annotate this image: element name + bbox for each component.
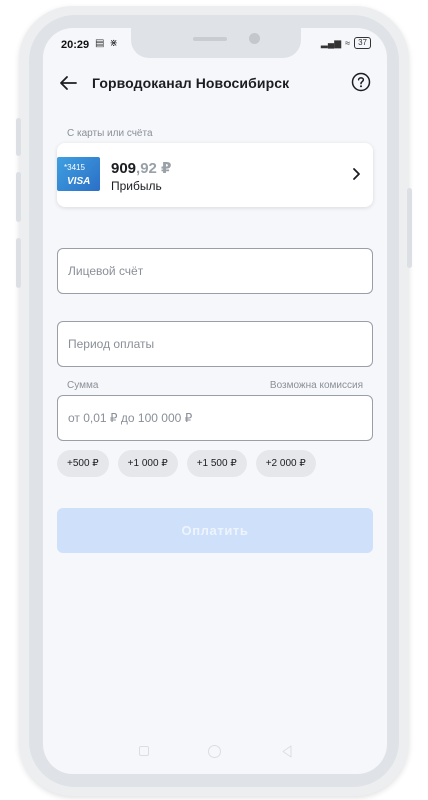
balance-fraction: ,92 ₽ (136, 160, 172, 177)
quick-amount-chips: +500 ₽ +1 000 ₽ +1 500 ₽ +2 000 ₽ (57, 450, 316, 477)
status-time: 20:29 (61, 39, 90, 51)
commission-label: Возможна комиссия (269, 380, 363, 391)
wifi-icon: ≈ (345, 38, 351, 48)
chevron-right-icon (353, 168, 360, 180)
page-title: Горводоканал Новосибирск (92, 75, 290, 91)
screenshot-stage: 20:29 ▤ ⋇ ▂▄▆ ≈ 37 Горводоканал Новосиби… (0, 0, 428, 800)
volume-up-button (16, 118, 21, 156)
app-header: Горводоканал Новосибирск (43, 68, 387, 98)
message-icon: ▤ (95, 38, 105, 49)
balance-integer: 909 (111, 160, 137, 177)
source-label: С карты или счёта (67, 128, 153, 139)
personal-account-field[interactable] (57, 248, 373, 294)
help-icon[interactable] (351, 72, 371, 92)
usb-icon: ⋇ (109, 38, 118, 49)
side-key-left (16, 238, 21, 288)
signal-icon: ▂▄▆ (320, 37, 342, 48)
source-account-card[interactable]: *3415 VISA 909,92 ₽ Прибыль (57, 143, 373, 207)
status-notification-icons: ▤ ⋇ (95, 38, 118, 49)
pay-button[interactable]: Оплатить (57, 508, 373, 553)
chip-plus-500[interactable]: +500 ₽ (57, 450, 109, 477)
recent-apps-icon[interactable] (139, 746, 149, 756)
chip-plus-1500[interactable]: +1 500 ₽ (186, 450, 247, 477)
camera-notch (131, 28, 301, 58)
amount-label: Сумма (67, 380, 99, 391)
status-bar: 20:29 ▤ ⋇ ▂▄▆ ≈ 37 (43, 28, 387, 62)
payment-period-field[interactable] (57, 321, 373, 367)
card-last4: *3415 (64, 163, 85, 172)
nav-back-icon[interactable] (281, 745, 293, 758)
front-camera (249, 33, 260, 44)
account-name: Прибыль (111, 179, 162, 193)
amount-input[interactable] (58, 396, 372, 440)
back-arrow-icon[interactable] (57, 72, 79, 94)
payment-period-input[interactable] (58, 322, 372, 366)
battery-icon: 37 (354, 37, 371, 49)
visa-card-icon: *3415 VISA (57, 157, 100, 191)
power-button (407, 188, 412, 268)
amount-field[interactable] (57, 395, 373, 441)
volume-down-button (16, 172, 21, 222)
speaker-grille (193, 37, 227, 41)
chip-plus-1000[interactable]: +1 000 ₽ (117, 450, 178, 477)
card-brand: VISA (67, 176, 91, 187)
status-right-icons: ▂▄▆ ≈ 37 (321, 37, 371, 49)
chip-plus-2000[interactable]: +2 000 ₽ (255, 450, 316, 477)
personal-account-input[interactable] (58, 249, 372, 293)
home-icon[interactable] (208, 745, 221, 758)
system-nav-bar (43, 740, 387, 764)
phone-screen: 20:29 ▤ ⋇ ▂▄▆ ≈ 37 Горводоканал Новосиби… (43, 28, 387, 774)
balance: 909,92 ₽ (111, 159, 172, 177)
